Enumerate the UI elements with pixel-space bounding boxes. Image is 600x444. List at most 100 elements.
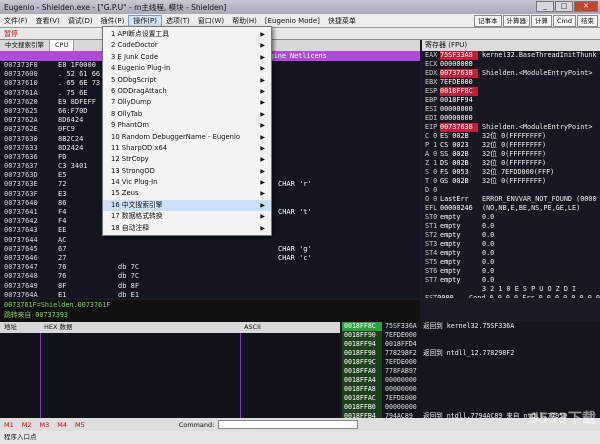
plugin-menu-item[interactable]: 13 StrongOD ▶ bbox=[103, 166, 271, 177]
disasm-row[interactable]: 00737645 67 CHAR 'g' bbox=[0, 245, 420, 254]
registers-pane[interactable]: 寄存器 (FPU) EAX 75SF33A8 kernel32.BaseThread… bbox=[422, 40, 600, 298]
plugin-menu-item[interactable]: 3 E Junk Code ▶ bbox=[103, 52, 271, 63]
stack-row[interactable]: 0018FFA8 00000000 bbox=[342, 385, 600, 394]
register-row[interactable]: O 0 LastErr ERROR_ENVVAR_NOT_FOUND (0000 bbox=[422, 195, 600, 204]
plugin-menu-item[interactable]: 14 Vic Plug-In ▶ bbox=[103, 177, 271, 188]
register-value[interactable]: LastErr bbox=[440, 195, 478, 204]
register-value[interactable]: empty bbox=[440, 258, 478, 267]
quick-button[interactable]: 结束 bbox=[577, 15, 598, 27]
register-value[interactable]: 7EFDE000 bbox=[440, 78, 478, 87]
stack-pane[interactable]: 0018FF8C 75SF336A 返回到 kernel32.75SF336A 001… bbox=[342, 322, 600, 418]
register-value[interactable]: SS 002B bbox=[440, 150, 478, 159]
menu-item[interactable]: 窗口(W) bbox=[194, 16, 228, 26]
register-row[interactable]: ST1 empty 0.0 bbox=[422, 222, 600, 231]
stack-row[interactable]: 0018FFA4 00000000 bbox=[342, 376, 600, 385]
register-value[interactable]: empty bbox=[440, 222, 478, 231]
menu-item[interactable]: 操作(P) bbox=[128, 14, 162, 27]
register-value[interactable]: 00000000 bbox=[440, 60, 478, 69]
dump-tab[interactable]: M5 bbox=[71, 421, 89, 429]
stack-row[interactable]: 0018FF90 7EFDE000 bbox=[342, 331, 600, 340]
register-value[interactable]: empty bbox=[440, 267, 478, 276]
dump-tab[interactable]: M1 bbox=[0, 421, 18, 429]
plugin-menu-item[interactable]: 6 ODDragAttach ▶ bbox=[103, 86, 271, 97]
menu-item[interactable]: 帮助(H) bbox=[228, 16, 261, 26]
menu-item[interactable]: [Eugenio Mode] bbox=[261, 17, 324, 25]
plugin-menu-item[interactable]: 5 ODbgScript ▶ bbox=[103, 75, 271, 86]
dump-tab[interactable]: M3 bbox=[36, 421, 54, 429]
plugin-menu-item[interactable]: 9 PhantOm ▶ bbox=[103, 120, 271, 131]
register-row[interactable]: P 1 CS 0023 32位 0(FFFFFFFF) bbox=[422, 141, 600, 150]
register-value[interactable]: 0073763B bbox=[440, 69, 478, 78]
disasm-row[interactable]: 0073764A E1 db E1 bbox=[0, 291, 420, 298]
register-value[interactable]: 75SF33A8 bbox=[440, 51, 478, 60]
register-value[interactable]: empty bbox=[440, 240, 478, 249]
register-value[interactable]: ES 002B bbox=[440, 132, 478, 141]
register-value[interactable]: 00000246 bbox=[440, 204, 478, 213]
stack-row[interactable]: 0018FF98 778298F2 返回到 ntdll_12.778298F2 bbox=[342, 349, 600, 358]
stack-row[interactable]: 0018FF8C 75SF336A 返回到 kernel32.75SF336A bbox=[342, 322, 600, 331]
register-row[interactable]: A 0 SS 002B 32位 0(FFFFFFFF) bbox=[422, 150, 600, 159]
plugin-menu-item[interactable]: 16 中文搜索引擎 ▶ bbox=[103, 199, 271, 212]
plugin-menu-item[interactable]: 10 Random DebuggerName - Eugenio ▶ bbox=[103, 132, 271, 143]
dump-tab[interactable]: M4 bbox=[53, 421, 71, 429]
register-value[interactable]: 0073763B bbox=[440, 123, 478, 132]
disasm-row[interactable]: 00737649 8F db 8F bbox=[0, 282, 420, 291]
register-row[interactable]: ST2 empty 0.0 bbox=[422, 231, 600, 240]
menu-item[interactable]: 插件(P) bbox=[97, 16, 129, 26]
register-row[interactable]: ST0 empty 0.0 bbox=[422, 213, 600, 222]
register-value[interactable]: GS 002B bbox=[440, 177, 478, 186]
quick-button[interactable]: 计算 bbox=[531, 15, 552, 27]
close-button[interactable]: ✕ bbox=[574, 1, 598, 12]
stack-row[interactable]: 0018FFAC 7EFDE000 bbox=[342, 394, 600, 403]
menu-item[interactable]: 调试(D) bbox=[64, 16, 97, 26]
maximize-button[interactable]: □ bbox=[555, 1, 573, 12]
menu-item[interactable]: 文件(F) bbox=[0, 16, 32, 26]
register-row[interactable]: ESI 00000000 bbox=[422, 105, 600, 114]
plugin-menu-item[interactable]: 12 StrCopy ▶ bbox=[103, 154, 271, 165]
plugin-menu-item[interactable]: 2 CodeDoctor ▶ bbox=[103, 40, 271, 51]
register-value[interactable]: 0018FF8C bbox=[440, 87, 478, 96]
register-row[interactable]: ST7 empty 0.0 bbox=[422, 276, 600, 285]
quick-button[interactable]: Cmd bbox=[553, 15, 576, 27]
plugin-menu-item[interactable]: 18 自动注释 ▶ bbox=[103, 223, 271, 234]
register-value[interactable] bbox=[440, 186, 478, 195]
window-tab[interactable]: CPU bbox=[50, 40, 75, 51]
disasm-row[interactable]: 00737646 27 CHAR 'c' bbox=[0, 254, 420, 263]
register-row[interactable]: FST 0000 Cond 0 0 0 0 Err 0 0 0 0 0 0 0 0 bbox=[422, 294, 600, 298]
register-value[interactable]: empty bbox=[440, 276, 478, 285]
disasm-row[interactable]: 00737647 76 db 7C bbox=[0, 263, 420, 272]
dump-pane[interactable] bbox=[0, 333, 340, 418]
register-row[interactable]: EFL 00000246 (NO,NB,E,BE,NS,PE,GE,LE) bbox=[422, 204, 600, 213]
register-row[interactable]: 3 2 1 0 E S P U O Z D I bbox=[422, 285, 600, 294]
menu-item[interactable]: 快捷菜单 bbox=[324, 16, 360, 26]
menu-item[interactable]: 查看(V) bbox=[32, 16, 64, 26]
register-row[interactable]: T 0 GS 002B 32位 0(FFFFFFFF) bbox=[422, 177, 600, 186]
minimize-button[interactable]: _ bbox=[536, 1, 554, 12]
register-value[interactable]: DS 002B bbox=[440, 159, 478, 168]
register-row[interactable]: ST3 empty 0.0 bbox=[422, 240, 600, 249]
plugin-menu-item[interactable]: 1 API断点设置工具 ▶ bbox=[103, 29, 271, 40]
plugin-menu-item[interactable]: 7 OllyDump ▶ bbox=[103, 97, 271, 108]
quick-button[interactable]: 计算器 bbox=[502, 15, 530, 27]
register-row[interactable]: D 0 bbox=[422, 186, 600, 195]
register-value[interactable]: 00000000 bbox=[440, 114, 478, 123]
disasm-row[interactable]: 00737648 76 db 7C bbox=[0, 272, 420, 281]
stack-row[interactable]: 0018FFA0 778FAB97 bbox=[342, 367, 600, 376]
command-input[interactable] bbox=[218, 420, 359, 429]
stack-row[interactable]: 0018FF9C 7EFDE000 bbox=[342, 358, 600, 367]
register-row[interactable]: EAX 75SF33A8 kernel32.BaseThreadInitThunk bbox=[422, 51, 600, 60]
register-row[interactable]: ECX 00000000 bbox=[422, 60, 600, 69]
dump-tab[interactable]: M2 bbox=[18, 421, 36, 429]
register-value[interactable]: empty bbox=[440, 231, 478, 240]
register-value[interactable]: 0000 bbox=[437, 294, 465, 298]
plugin-menu-item[interactable]: 15 Zeus ▶ bbox=[103, 188, 271, 199]
register-row[interactable]: C 0 ES 002B 32位 0(FFFFFFFF) bbox=[422, 132, 600, 141]
menu-item[interactable]: 选项(T) bbox=[162, 16, 194, 26]
register-row[interactable]: EDI 00000000 bbox=[422, 114, 600, 123]
register-value[interactable] bbox=[440, 285, 478, 294]
register-value[interactable]: FS 0053 bbox=[440, 168, 478, 177]
disasm-row[interactable]: 00737644 AC bbox=[0, 236, 420, 245]
register-row[interactable]: ST6 empty 0.0 bbox=[422, 267, 600, 276]
window-tab[interactable]: 中文搜索引擎 bbox=[0, 40, 50, 51]
register-value[interactable]: 00000000 bbox=[440, 105, 478, 114]
